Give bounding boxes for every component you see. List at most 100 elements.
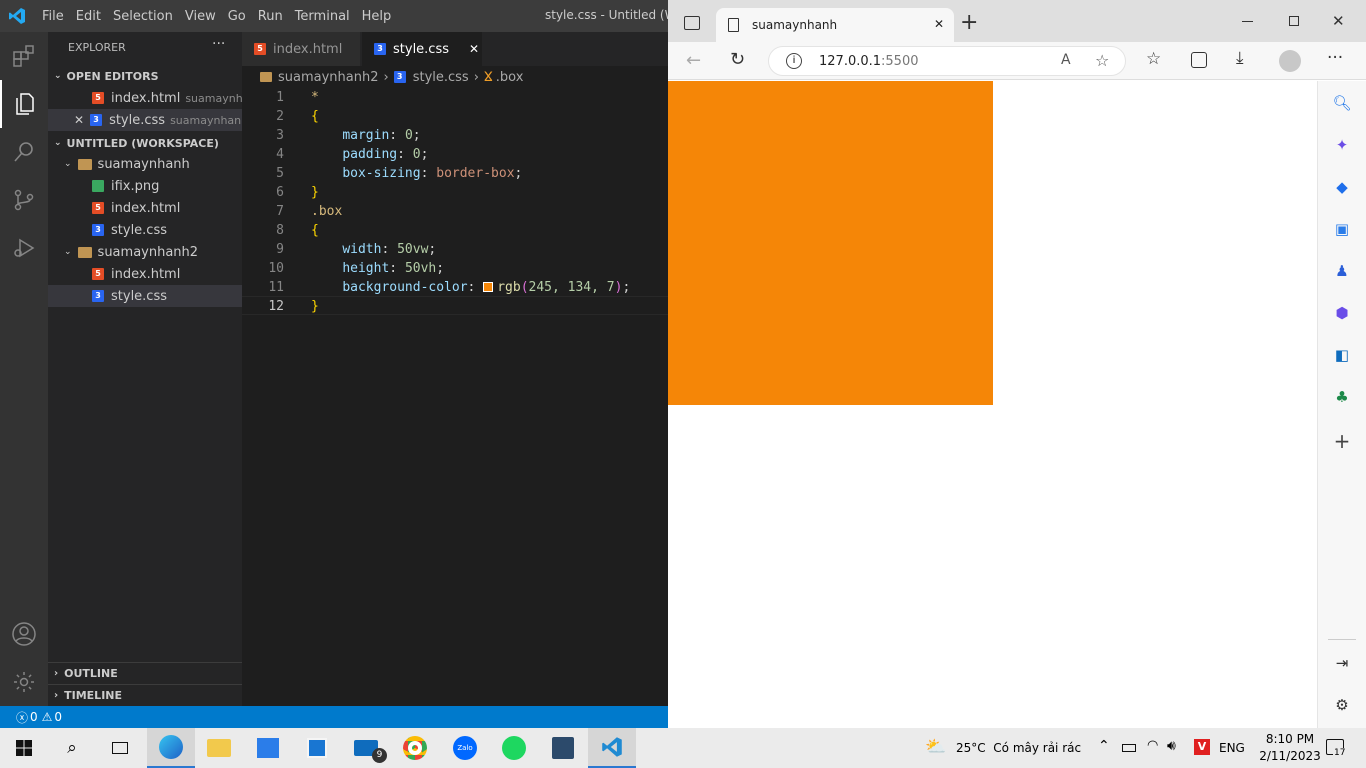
back-icon[interactable]: ← bbox=[686, 50, 701, 71]
copilot-icon[interactable]: ✦ bbox=[1332, 135, 1352, 155]
windows-taskbar: ⌕ 9 Zalo ⛅ 25°C Có mây rải rác ⌃ ◠ 🔊︎ V … bbox=[0, 728, 1366, 768]
workspace-header[interactable]: ⌄ UNTITLED (WORKSPACE) bbox=[48, 132, 242, 154]
weather-icon[interactable]: ⛅ bbox=[925, 737, 946, 757]
search-icon[interactable]: ⌕ bbox=[48, 728, 96, 768]
search-icon[interactable] bbox=[0, 128, 48, 176]
store-icon[interactable] bbox=[293, 728, 341, 768]
line-number: 4 bbox=[276, 147, 284, 162]
photos-icon[interactable] bbox=[244, 728, 292, 768]
breadcrumb-file[interactable]: style.css bbox=[413, 70, 469, 85]
source-control-icon[interactable] bbox=[0, 176, 48, 224]
language-indicator[interactable]: ENG bbox=[1219, 741, 1245, 755]
tools-icon[interactable]: ▣ bbox=[1332, 219, 1352, 239]
file-explorer-icon[interactable] bbox=[195, 728, 243, 768]
address-bar[interactable]: i 127.0.0.1:5500 A ☆ bbox=[768, 46, 1126, 76]
menu-edit[interactable]: Edit bbox=[70, 9, 107, 24]
search-icon[interactable]: 🔍︎ bbox=[1332, 93, 1352, 113]
collections-icon[interactable] bbox=[1191, 52, 1207, 68]
read-aloud-icon[interactable]: A bbox=[1061, 52, 1071, 68]
tab-actions-icon[interactable] bbox=[684, 16, 700, 30]
battery-icon[interactable] bbox=[1122, 744, 1136, 752]
weather-text[interactable]: 25°C Có mây rải rác bbox=[956, 741, 1081, 755]
explorer-icon[interactable] bbox=[0, 80, 48, 128]
folder-suamaynhanh[interactable]: ⌄ suamaynhanh bbox=[48, 153, 242, 175]
mail-icon[interactable]: 9 bbox=[342, 728, 390, 768]
menu-terminal[interactable]: Terminal bbox=[289, 9, 356, 24]
volume-icon[interactable]: 🔊︎ bbox=[1167, 738, 1176, 754]
explorer-more-icon[interactable]: ··· bbox=[212, 36, 225, 52]
mysql-workbench-icon[interactable] bbox=[539, 728, 587, 768]
extensions-view-icon[interactable] bbox=[0, 32, 48, 80]
close-tab-icon[interactable]: ✕ bbox=[469, 42, 479, 56]
code-line: box-sizing: border-box; bbox=[342, 166, 523, 181]
office-icon[interactable]: ⬢ bbox=[1332, 303, 1352, 323]
refresh-icon[interactable]: ↻ bbox=[730, 49, 745, 70]
breadcrumb-folder[interactable]: suamaynhanh2 bbox=[278, 70, 379, 85]
timeline-header[interactable]: › TIMELINE bbox=[48, 684, 242, 706]
vietnamese-input-icon[interactable]: V bbox=[1194, 739, 1210, 755]
code-line: background-color: rgb(245, 134, 7); bbox=[342, 280, 631, 295]
hide-sidebar-icon[interactable]: ⇥ bbox=[1332, 653, 1352, 673]
problems-indicator[interactable]: ⓧ 0 ⚠ 0 bbox=[16, 709, 62, 726]
file-style-css[interactable]: 3 style.css bbox=[48, 219, 242, 241]
start-button[interactable] bbox=[0, 728, 48, 768]
add-favorite-icon[interactable]: ☆ bbox=[1095, 51, 1109, 70]
outline-header[interactable]: › OUTLINE bbox=[48, 662, 242, 684]
tab-index-html[interactable]: 5 index.html bbox=[242, 32, 360, 66]
accounts-icon[interactable] bbox=[0, 610, 48, 658]
chrome-icon[interactable] bbox=[391, 728, 439, 768]
downloads-icon[interactable]: ⤓ bbox=[1236, 48, 1244, 68]
add-icon[interactable]: + bbox=[1332, 429, 1352, 453]
tab-style-css[interactable]: 3 style.css ✕ bbox=[362, 32, 482, 66]
code-editor[interactable]: 1 2 3 4 5 6 7 8 9 10 11 12 * { margin: 0… bbox=[242, 88, 668, 706]
shopping-icon[interactable]: ◆ bbox=[1332, 177, 1352, 197]
settings-more-icon[interactable]: ··· bbox=[1327, 48, 1343, 68]
menu-help[interactable]: Help bbox=[356, 9, 398, 24]
menu-file[interactable]: File bbox=[36, 9, 70, 24]
file-ifix-png[interactable]: ifix.png bbox=[48, 175, 242, 197]
html-file-icon: 5 bbox=[254, 43, 266, 55]
browser-tab[interactable]: suamaynhanh ✕ bbox=[716, 8, 954, 42]
run-debug-icon[interactable] bbox=[0, 224, 48, 272]
manage-gear-icon[interactable] bbox=[0, 658, 48, 706]
close-window-icon[interactable]: ✕ bbox=[1332, 12, 1345, 30]
color-swatch[interactable] bbox=[483, 282, 494, 292]
favorites-icon[interactable]: ☆ bbox=[1146, 49, 1161, 69]
breadcrumb-symbol[interactable]: .box bbox=[496, 70, 524, 85]
sidebar-settings-icon[interactable]: ⚙ bbox=[1332, 695, 1352, 715]
profile-avatar[interactable] bbox=[1279, 50, 1301, 72]
css-file-icon: 3 bbox=[374, 43, 386, 55]
clock-date[interactable]: 2/11/2023 bbox=[1254, 749, 1326, 763]
edge-taskbar-icon[interactable] bbox=[147, 728, 195, 768]
folder-suamaynhanh2[interactable]: ⌄ suamaynhanh2 bbox=[48, 241, 242, 263]
code-line: margin: 0; bbox=[342, 128, 421, 143]
menu-view[interactable]: View bbox=[179, 9, 222, 24]
menu-selection[interactable]: Selection bbox=[107, 9, 179, 24]
spotify-icon[interactable] bbox=[490, 728, 538, 768]
minimize-icon[interactable] bbox=[1242, 21, 1253, 22]
close-icon[interactable]: ✕ bbox=[74, 113, 84, 127]
menu-go[interactable]: Go bbox=[222, 9, 252, 24]
file-index-html[interactable]: 5 index.html bbox=[48, 197, 242, 219]
zalo-icon[interactable]: Zalo bbox=[441, 728, 489, 768]
close-tab-icon[interactable]: ✕ bbox=[934, 17, 944, 31]
games-icon[interactable]: ♟ bbox=[1332, 261, 1352, 281]
open-editor-index-html[interactable]: 5 index.html suamaynh... bbox=[48, 87, 242, 109]
wifi-icon[interactable]: ◠ bbox=[1147, 738, 1158, 753]
file-index-html-2[interactable]: 5 index.html bbox=[48, 263, 242, 285]
new-tab-icon[interactable]: + bbox=[960, 10, 978, 35]
open-editor-style-css[interactable]: ✕ 3 style.css suamaynhanh2 bbox=[48, 109, 242, 131]
show-hidden-icons[interactable]: ⌃ bbox=[1098, 738, 1110, 754]
line-number: 8 bbox=[276, 223, 284, 238]
clock-time[interactable]: 8:10 PM bbox=[1260, 732, 1320, 746]
line-number: 12 bbox=[268, 299, 284, 314]
file-style-css-2[interactable]: 3 style.css bbox=[48, 285, 242, 307]
open-editors-header[interactable]: ⌄ OPEN EDITORS bbox=[48, 65, 242, 87]
vscode-taskbar-icon[interactable] bbox=[588, 728, 636, 768]
menu-run[interactable]: Run bbox=[252, 9, 289, 24]
task-view-icon[interactable] bbox=[96, 728, 144, 768]
tree-icon[interactable]: ♣ bbox=[1332, 387, 1352, 407]
outlook-icon[interactable]: ◧ bbox=[1332, 345, 1352, 365]
browser-tabstrip: suamaynhanh ✕ + ✕ bbox=[668, 0, 1366, 42]
maximize-icon[interactable] bbox=[1289, 16, 1299, 26]
